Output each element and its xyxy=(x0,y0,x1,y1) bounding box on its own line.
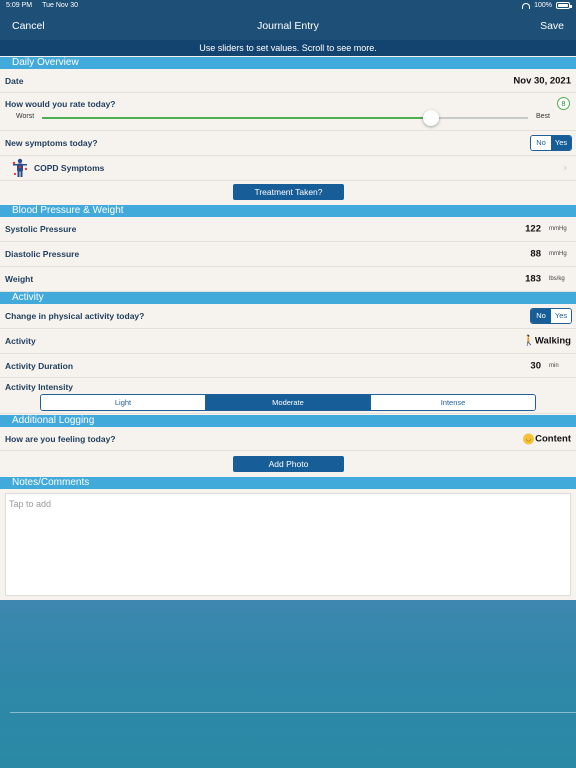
battery-percent: 100% xyxy=(534,2,552,9)
systolic-unit: mmHg xyxy=(549,226,567,232)
activity-change-toggle[interactable]: No Yes xyxy=(530,308,572,324)
intensity-option-intense[interactable]: Intense xyxy=(370,395,535,410)
add-photo-button[interactable]: Add Photo xyxy=(233,456,344,472)
status-date: Tue Nov 30 xyxy=(42,2,79,9)
diastolic-row[interactable]: Diastolic Pressure 88 mmHg xyxy=(0,242,576,267)
copd-symptoms-label: COPD Symptoms xyxy=(34,163,105,173)
battery-icon xyxy=(556,2,572,9)
activity-label: Activity xyxy=(5,336,36,346)
intensity-option-light[interactable]: Light xyxy=(41,395,205,410)
day-rating-row: How would you rate today? 8 Worst Best xyxy=(0,93,576,131)
new-symptoms-yes[interactable]: Yes xyxy=(551,136,571,150)
day-rating-label: How would you rate today? xyxy=(5,99,116,109)
weight-unit: lbs/kg xyxy=(549,276,565,282)
diastolic-unit: mmHg xyxy=(549,251,567,257)
activity-duration-row[interactable]: Activity Duration 30 min xyxy=(0,354,576,378)
day-rating-slider[interactable] xyxy=(42,110,528,126)
chevron-right-icon: › xyxy=(563,162,567,174)
treatment-taken-button[interactable]: Treatment Taken? xyxy=(233,184,344,200)
slider-thumb[interactable] xyxy=(423,110,439,126)
systolic-value[interactable]: 122 xyxy=(525,224,541,235)
save-button[interactable]: Save xyxy=(540,20,564,32)
activity-duration-value[interactable]: 30 xyxy=(530,360,541,371)
systolic-row[interactable]: Systolic Pressure 122 mmHg xyxy=(0,217,576,242)
diastolic-value[interactable]: 88 xyxy=(530,249,541,260)
notes-placeholder: Tap to add xyxy=(9,499,52,509)
new-symptoms-row: New symptoms today? xyxy=(0,131,576,156)
slider-min-label: Worst xyxy=(16,113,35,120)
cancel-button[interactable]: Cancel xyxy=(12,20,45,32)
page-title: Journal Entry xyxy=(257,19,319,32)
slider-max-label: Best xyxy=(535,113,550,120)
section-header-notes: Notes/Comments xyxy=(0,477,576,489)
date-label: Date xyxy=(5,75,24,86)
notes-textarea[interactable]: Tap to add xyxy=(5,493,571,596)
section-header-blood-pressure-weight: Blood Pressure & Weight xyxy=(0,205,576,217)
activity-change-yes[interactable]: Yes xyxy=(551,309,571,323)
systolic-label: Systolic Pressure xyxy=(5,224,77,234)
section-header-daily-overview: Daily Overview xyxy=(0,57,576,69)
intensity-option-moderate[interactable]: Moderate xyxy=(205,395,370,410)
date-value[interactable]: Nov 30, 2021 xyxy=(513,75,571,86)
walking-person-icon: 🚶 xyxy=(522,335,535,347)
new-symptoms-no[interactable]: No xyxy=(531,136,551,150)
day-rating-value-badge: 8 xyxy=(557,97,570,110)
activity-intensity-label: Activity Intensity xyxy=(5,382,74,392)
body-figure-icon xyxy=(12,158,28,177)
activity-intensity-control[interactable]: Light Moderate Intense xyxy=(40,394,536,411)
section-header-activity: Activity xyxy=(0,292,576,304)
activity-change-no[interactable]: No xyxy=(531,309,551,323)
navigation-bar: Journal Entry Cancel Save xyxy=(0,11,576,40)
diastolic-label: Diastolic Pressure xyxy=(5,249,80,259)
status-bar: 5:09 PM Tue Nov 30 100% xyxy=(0,0,576,11)
copd-symptoms-row[interactable]: COPD Symptoms › xyxy=(0,156,576,181)
activity-value[interactable]: Walking xyxy=(535,336,571,347)
date-row[interactable]: Date Nov 30, 2021 xyxy=(0,69,576,93)
instruction-banner: Use sliders to set values. Scroll to see… xyxy=(0,40,576,56)
activity-change-label: Change in physical activity today? xyxy=(5,311,145,321)
feeling-label: How are you feeling today? xyxy=(5,433,116,444)
smiley-icon: ◡ xyxy=(523,433,534,444)
weight-label: Weight xyxy=(5,274,34,284)
new-symptoms-toggle[interactable]: No Yes xyxy=(530,135,572,151)
feeling-value[interactable]: Content xyxy=(535,433,571,444)
section-header-additional-logging: Additional Logging xyxy=(0,415,576,427)
status-time: 5:09 PM xyxy=(6,2,33,9)
divider-line xyxy=(10,712,576,713)
slider-fill xyxy=(42,117,431,119)
activity-duration-unit: min xyxy=(549,362,559,369)
feeling-row[interactable]: How are you feeling today? ◡ Content xyxy=(0,427,576,451)
activity-row[interactable]: Activity 🚶 Walking xyxy=(0,329,576,354)
activity-change-row: Change in physical activity today? xyxy=(0,304,576,329)
activity-duration-label: Activity Duration xyxy=(5,360,74,371)
new-symptoms-label: New symptoms today? xyxy=(5,138,98,148)
weight-value[interactable]: 183 xyxy=(525,274,541,285)
background-panel xyxy=(0,600,576,768)
weight-row[interactable]: Weight 183 lbs/kg xyxy=(0,267,576,292)
wifi-icon xyxy=(522,2,531,9)
